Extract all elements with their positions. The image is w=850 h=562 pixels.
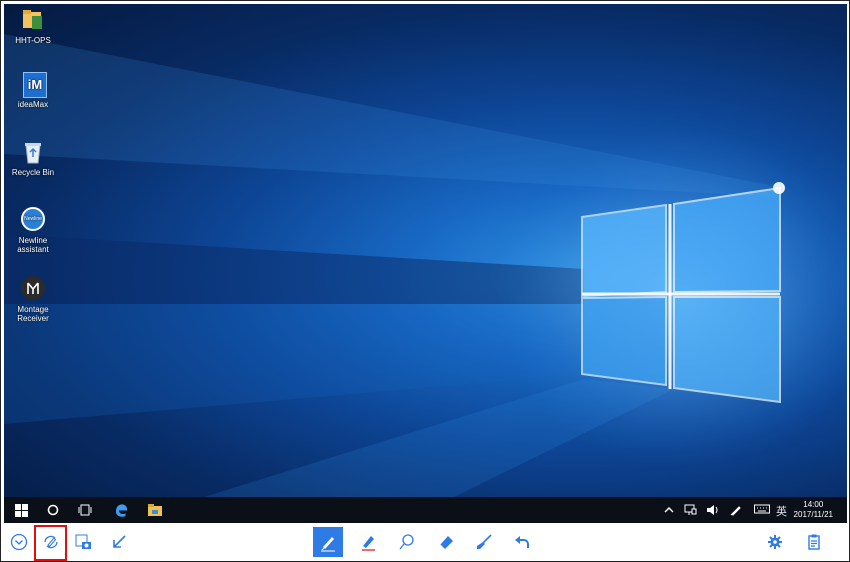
taskbar-clock[interactable]: 14:00 2017/11/21 xyxy=(794,500,833,520)
desktop-icon-label: Montage Receiver xyxy=(17,305,49,323)
keyboard-icon[interactable] xyxy=(754,504,770,517)
collapse-toolbar-button[interactable] xyxy=(4,527,34,557)
montage-receiver-icon xyxy=(20,275,46,303)
pen-icon xyxy=(321,537,335,552)
cortana-button[interactable] xyxy=(40,497,66,523)
start-button[interactable] xyxy=(8,497,34,523)
screenshot-button[interactable] xyxy=(68,527,98,557)
ideamax-icon: iM xyxy=(20,70,47,98)
folder-icon xyxy=(20,6,46,34)
undo-button[interactable] xyxy=(507,527,537,557)
marker-icon xyxy=(362,536,375,551)
annotation-toolbar xyxy=(1,523,849,561)
clear-tool-button[interactable] xyxy=(469,527,499,557)
lasso-tool-button[interactable] xyxy=(391,527,421,557)
gear-icon xyxy=(768,535,782,549)
input-method-indicator[interactable]: 英 xyxy=(776,503,787,519)
clock-time: 14:00 xyxy=(803,500,824,509)
folder-icon xyxy=(148,504,162,516)
arrow-down-left-icon xyxy=(113,535,126,548)
clipboard-button[interactable] xyxy=(799,527,829,557)
desktop: HHT-OPS iM ideaMax Recycle Bin Newline N… xyxy=(4,4,847,497)
lasso-icon xyxy=(399,534,414,550)
ideamax-logo: iM xyxy=(23,72,47,98)
desktop-icon-recycle-bin[interactable]: Recycle Bin xyxy=(8,138,58,177)
newline-logo: Newline xyxy=(21,207,45,231)
task-view-button[interactable] xyxy=(72,497,98,523)
screen-frame: HHT-OPS iM ideaMax Recycle Bin Newline N… xyxy=(0,0,850,562)
edge-button[interactable] xyxy=(108,497,134,523)
clipboard-icon xyxy=(808,534,820,550)
newline-assistant-icon: Newline xyxy=(20,206,46,234)
desktop-icon-label: Recycle Bin xyxy=(11,168,55,177)
desktop-icon-label: ideaMax xyxy=(17,100,49,109)
desktop-icon-montage-receiver[interactable]: Montage Receiver xyxy=(8,275,58,323)
broom-icon xyxy=(477,534,492,549)
camera-icon xyxy=(75,534,91,549)
clock-date: 2017/11/21 xyxy=(793,510,833,519)
desktop-icon-newline-assistant[interactable]: Newline Newline assistant xyxy=(8,206,58,254)
eraser-tool-button[interactable] xyxy=(431,527,461,557)
pen-tool-button[interactable] xyxy=(313,527,343,557)
desktop-icon-label: HHT-OPS xyxy=(15,36,51,45)
undo-icon xyxy=(515,536,529,548)
edge-icon xyxy=(115,504,128,517)
settings-button[interactable] xyxy=(760,527,790,557)
eraser-icon xyxy=(439,536,453,550)
circle-icon xyxy=(47,504,59,516)
highlight-box xyxy=(34,525,67,561)
wallpaper xyxy=(4,34,847,497)
desktop-icon-hht-ops[interactable]: HHT-OPS xyxy=(8,6,58,45)
desktop-icon-label: Newline assistant xyxy=(17,236,49,254)
desktop-icon-ideamax[interactable]: iM ideaMax xyxy=(8,70,58,109)
task-view-icon xyxy=(78,504,92,516)
volume-icon[interactable] xyxy=(706,504,720,519)
taskbar: 英 14:00 2017/11/21 xyxy=(4,497,847,523)
recycle-bin-icon xyxy=(20,138,46,166)
chevron-up-icon[interactable] xyxy=(664,505,674,517)
windows-icon xyxy=(14,503,28,517)
network-icon[interactable] xyxy=(684,504,697,519)
marker-tool-button[interactable] xyxy=(353,527,383,557)
chevron-down-circle-icon xyxy=(10,533,28,551)
file-explorer-button[interactable] xyxy=(142,497,168,523)
pen-tray-icon[interactable] xyxy=(730,504,742,519)
arrow-button[interactable] xyxy=(104,527,134,557)
